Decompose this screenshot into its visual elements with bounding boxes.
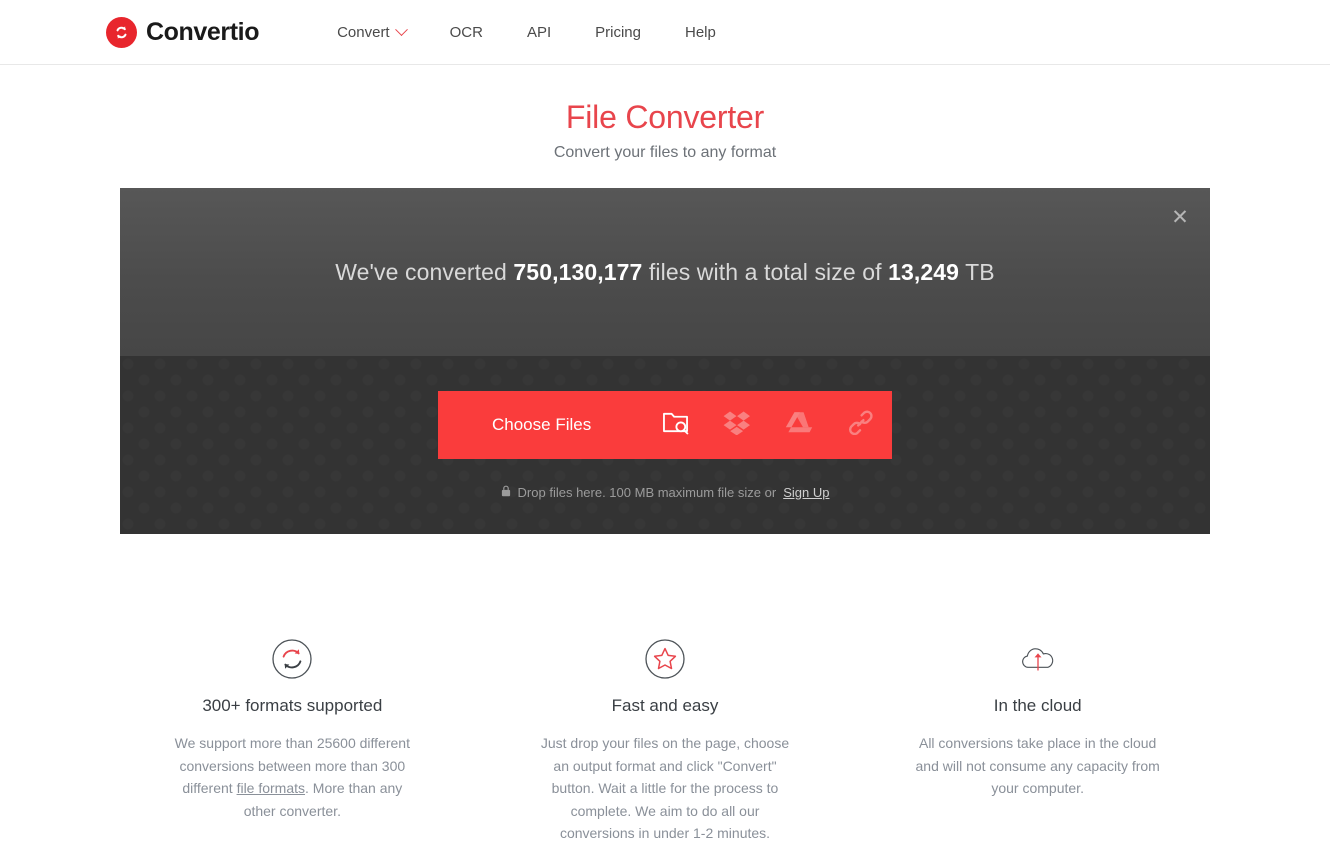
source-url-link-button[interactable]: [830, 391, 892, 459]
source-local-folder-button[interactable]: [644, 391, 706, 459]
nav-item-pricing[interactable]: Pricing: [573, 24, 663, 41]
feature-desc-formats: We support more than 25600 different con…: [166, 732, 418, 822]
features-section: 300+ formats supported We support more t…: [0, 638, 1330, 845]
feature-formats-supported: 300+ formats supported We support more t…: [106, 638, 479, 845]
feature-desc-fast: Just drop your files on the page, choose…: [540, 735, 790, 841]
nav-label-help: Help: [685, 23, 716, 41]
link-icon: [848, 409, 874, 440]
hero-title-block: File Converter Convert your files to any…: [0, 99, 1330, 162]
file-dropzone[interactable]: Choose Files Drop files here. 100 MB max…: [120, 356, 1210, 534]
converter-hero: We've converted 750,130,177 files with a…: [120, 188, 1210, 534]
brand-name: Convertio: [146, 17, 260, 46]
nav-item-ocr[interactable]: OCR: [428, 24, 505, 41]
page-title: File Converter: [565, 99, 765, 135]
stats-files-count: 750,130,177: [513, 258, 643, 285]
main-navigation: Convert OCR API Pricing Help: [315, 22, 738, 41]
feature-in-the-cloud: In the cloud All conversions take place …: [851, 638, 1224, 845]
feature-desc-cloud: All conversions take place in the cloud …: [915, 735, 1160, 796]
convertio-loop-icon: [106, 16, 137, 48]
folder-search-icon: [662, 410, 689, 440]
dropzone-note: Drop files here. 100 MB maximum file siz…: [501, 484, 829, 500]
feature-title-formats: 300+ formats supported: [202, 696, 383, 715]
stats-suffix: TB: [959, 258, 995, 285]
sign-up-link[interactable]: Sign Up: [783, 485, 829, 500]
source-google-drive-button[interactable]: [768, 391, 830, 459]
choose-files-bar: Choose Files: [438, 390, 892, 459]
chevron-down-icon: [394, 22, 408, 36]
cloud-upload-icon: [1017, 638, 1059, 680]
logo-home-link[interactable]: Convertio: [106, 16, 260, 48]
star-circle-icon: [644, 638, 686, 680]
file-formats-link[interactable]: file formats: [237, 780, 305, 796]
nav-item-help[interactable]: Help: [663, 24, 738, 41]
stats-text: We've converted 750,130,177 files with a…: [335, 259, 994, 286]
nav-label-ocr: OCR: [449, 23, 483, 41]
choose-files-button[interactable]: Choose Files: [438, 391, 644, 459]
lock-icon: [501, 485, 511, 499]
nav-label-api: API: [526, 23, 552, 41]
nav-item-convert[interactable]: Convert: [315, 22, 428, 41]
page-subtitle: Convert your files to any format: [553, 144, 777, 161]
dropbox-icon: [723, 410, 751, 440]
dropzone-note-text: Drop files here. 100 MB maximum file siz…: [517, 484, 777, 500]
site-header: Convertio Convert OCR API Pricing Help: [0, 0, 1330, 65]
feature-fast-and-easy: Fast and easy Just drop your files on th…: [479, 638, 852, 845]
google-drive-icon: [785, 410, 813, 440]
nav-label-convert: Convert: [337, 23, 390, 41]
nav-label-pricing: Pricing: [595, 23, 641, 41]
stats-total-size: 13,249: [888, 258, 960, 285]
stats-middle: files with a total size of: [642, 258, 889, 285]
stats-banner: We've converted 750,130,177 files with a…: [120, 188, 1210, 356]
feature-title-cloud: In the cloud: [993, 696, 1082, 715]
stats-prefix: We've converted: [335, 258, 514, 285]
source-dropbox-button[interactable]: [706, 391, 768, 459]
close-icon[interactable]: ✕: [1167, 204, 1193, 230]
nav-item-api[interactable]: API: [505, 24, 573, 41]
feature-title-fast: Fast and easy: [611, 696, 719, 715]
refresh-circle-icon: [271, 638, 313, 680]
